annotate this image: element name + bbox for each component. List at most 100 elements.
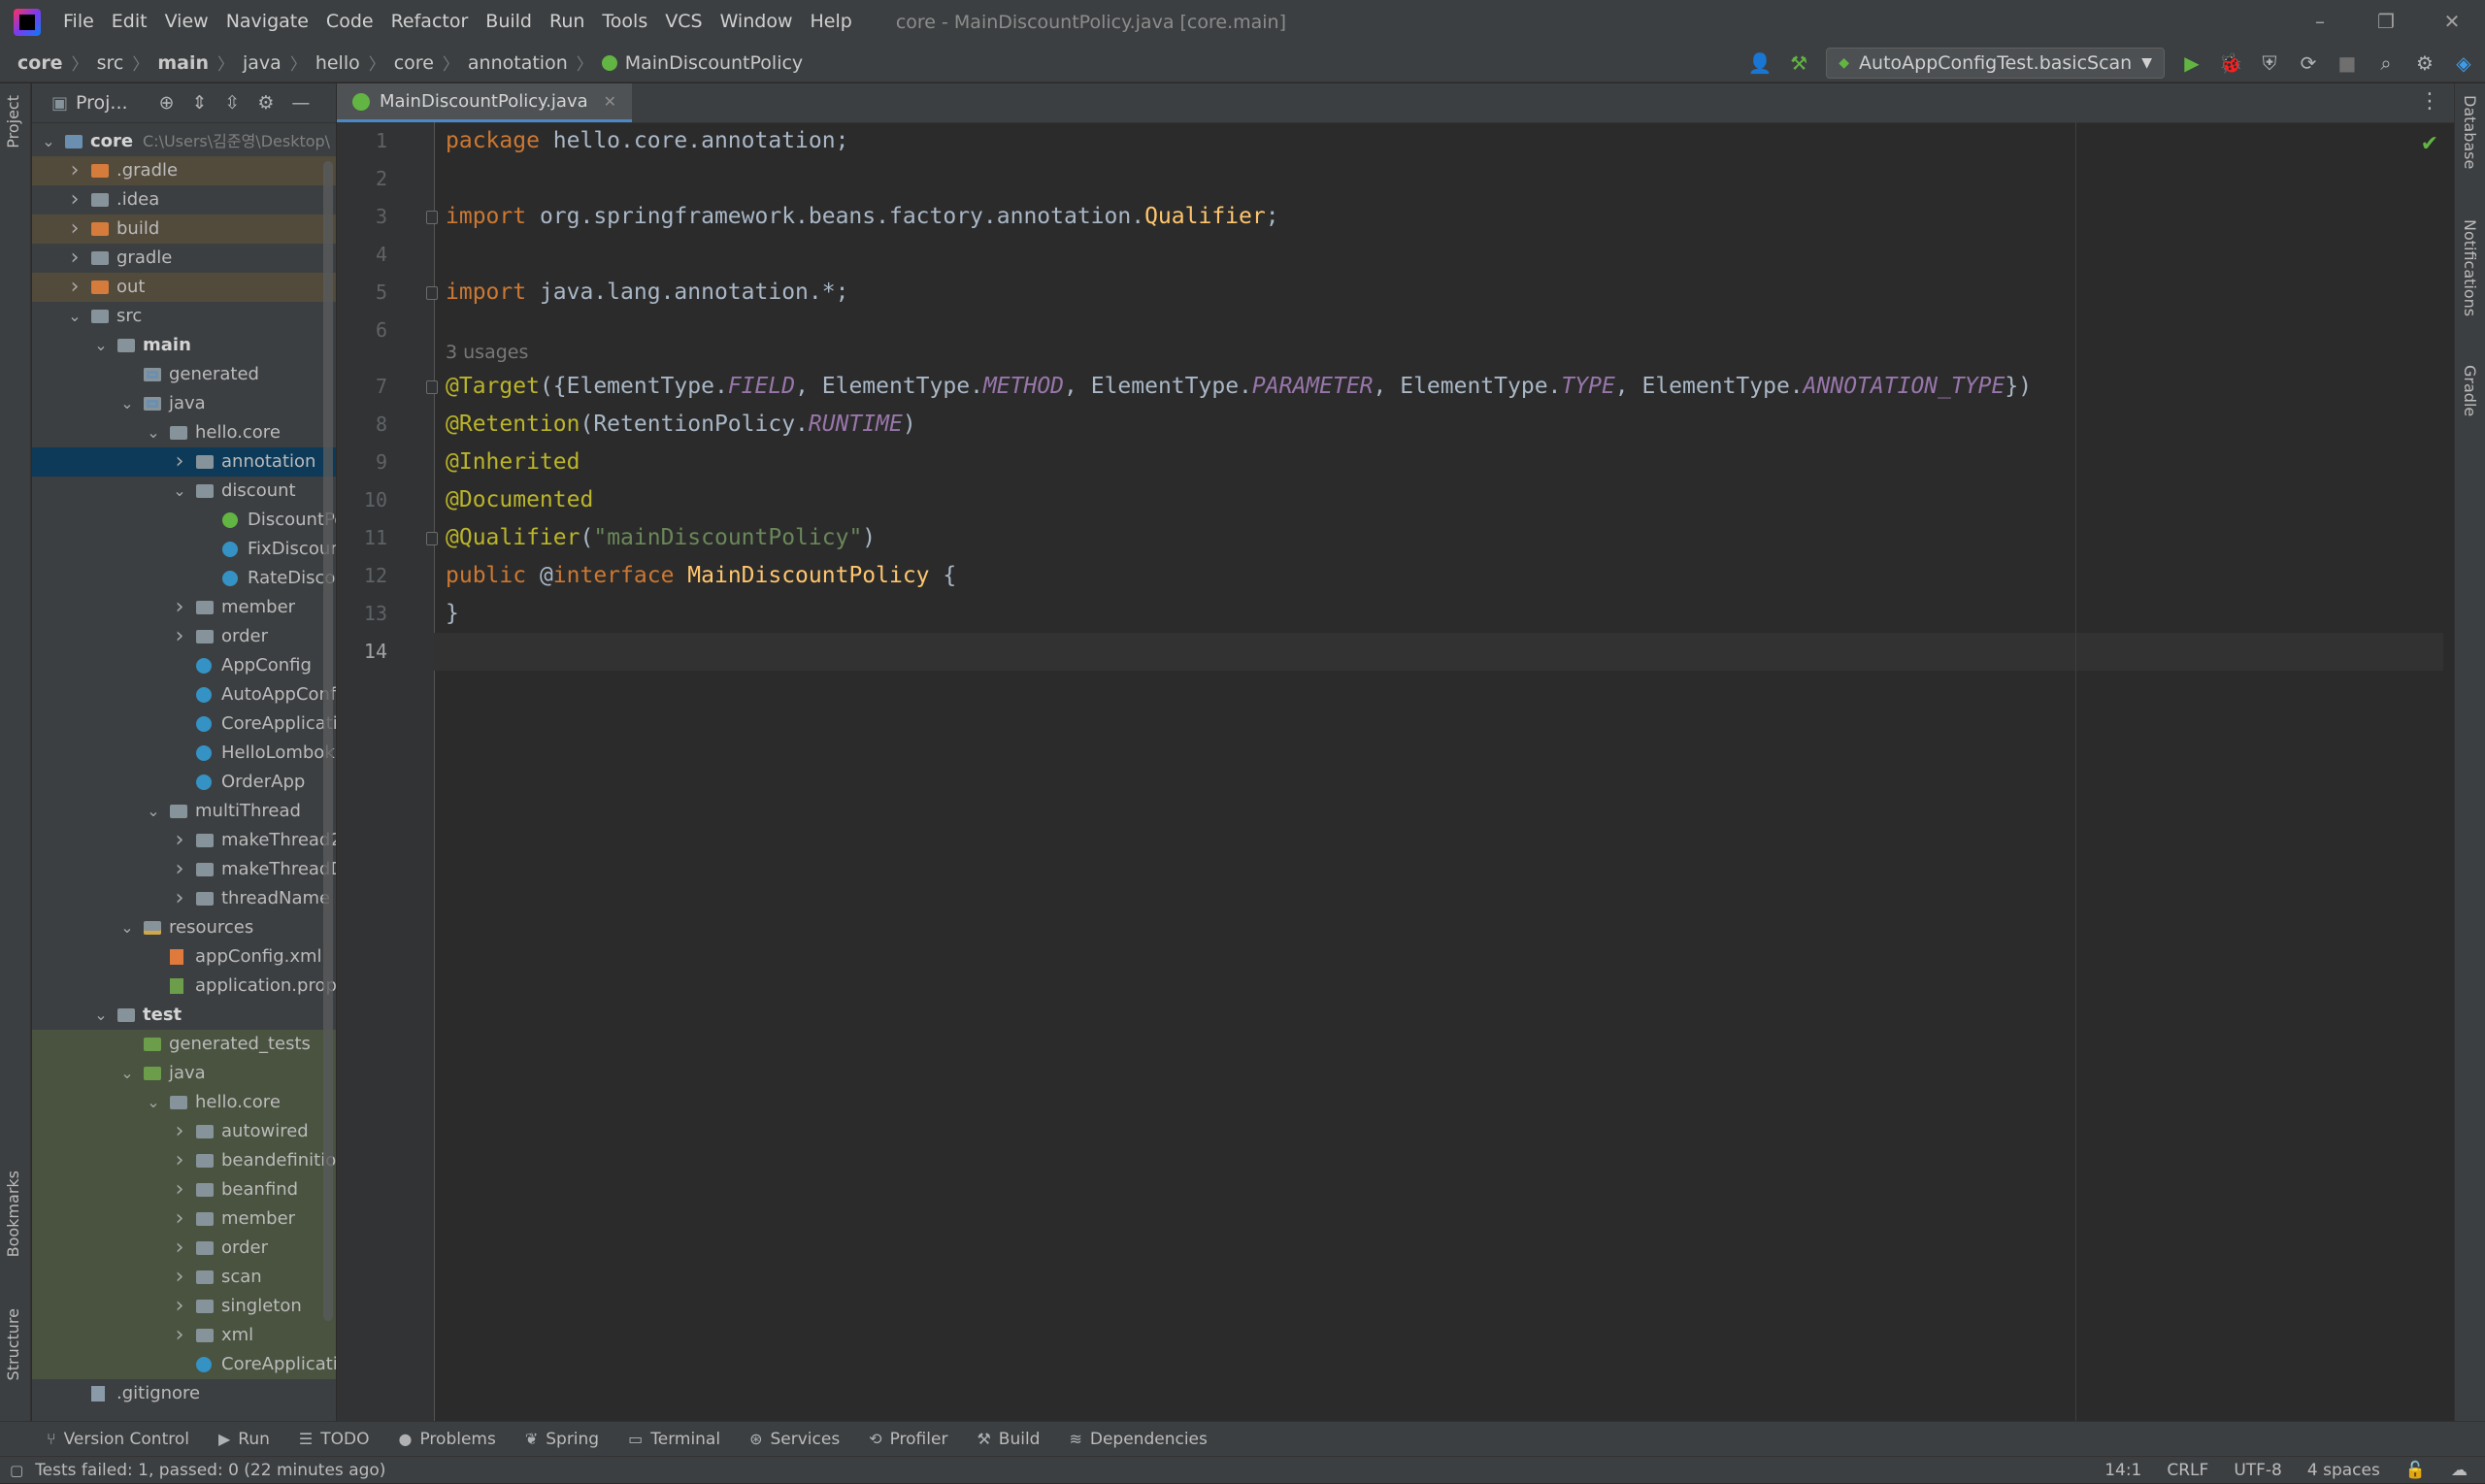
tree-item[interactable]: generated xyxy=(32,360,336,389)
tree-item[interactable]: FixDiscountPolicy xyxy=(32,535,336,564)
chevron-down-icon[interactable]: ⌄ xyxy=(120,389,134,418)
menu-run[interactable]: Run xyxy=(541,0,593,44)
tree-item[interactable]: › autowired xyxy=(32,1117,336,1146)
line-separator[interactable]: CRLF xyxy=(2167,1461,2208,1480)
chevron-right-icon[interactable]: › xyxy=(173,1292,186,1321)
tree-item[interactable]: › beandefinition xyxy=(32,1146,336,1175)
chevron-down-icon[interactable]: ⌄ xyxy=(147,797,160,826)
hide-panel-icon[interactable]: — xyxy=(291,92,310,114)
more-options-icon[interactable]: ⋮ xyxy=(2419,89,2440,114)
menu-view[interactable]: View xyxy=(156,0,217,44)
tree-item[interactable]: ⌄ hello.core xyxy=(32,1088,336,1117)
dependencies-tool-button[interactable]: ≋ Dependencies xyxy=(1069,1430,1207,1449)
tree-item[interactable]: › annotation xyxy=(32,447,336,477)
gradle-tool-button[interactable]: Gradle xyxy=(2461,365,2479,416)
line-number[interactable]: 5 xyxy=(337,280,387,304)
line-number[interactable]: 4 xyxy=(337,243,387,266)
line-number[interactable]: 14 xyxy=(337,640,387,663)
tree-item[interactable]: OrderApp xyxy=(32,768,336,797)
tree-item[interactable]: HelloLombok xyxy=(32,739,336,768)
line-number[interactable]: 9 xyxy=(337,450,387,474)
line-number[interactable]: 1 xyxy=(337,129,387,152)
chevron-right-icon[interactable]: › xyxy=(68,156,82,185)
tree-item[interactable]: › .gradle xyxy=(32,156,336,185)
run-configuration-selector[interactable]: ◆ AutoAppConfigTest.basicScan ▼ xyxy=(1826,48,2165,79)
version-control-tool-button[interactable]: ⑂ Version Control xyxy=(47,1430,189,1449)
chevron-right-icon[interactable]: › xyxy=(173,1263,186,1292)
tree-item[interactable]: › singleton xyxy=(32,1292,336,1321)
breadcrumb-main-discount-policy[interactable]: MainDiscountPolicy xyxy=(601,52,803,74)
tree-item[interactable]: ⌄ multiThread xyxy=(32,797,336,826)
tree-item[interactable]: ⌄ main xyxy=(32,331,336,360)
gear-icon[interactable]: ⚙ xyxy=(2413,51,2436,75)
tree-item[interactable]: ⌄ resources xyxy=(32,913,336,942)
line-number[interactable]: 12 xyxy=(337,564,387,587)
tree-item[interactable]: › build xyxy=(32,214,336,244)
tree-item[interactable]: .gitignore xyxy=(32,1379,336,1408)
breadcrumb-core-pkg[interactable]: core xyxy=(394,52,434,74)
locate-file-icon[interactable]: ⊕ xyxy=(159,92,175,114)
user-icon[interactable]: 👤 xyxy=(1748,51,1773,75)
menu-tools[interactable]: Tools xyxy=(593,0,656,44)
menu-build[interactable]: Build xyxy=(477,0,541,44)
lock-icon[interactable]: 🔓 xyxy=(2405,1461,2426,1480)
collapse-all-icon[interactable]: ⇳ xyxy=(224,92,240,114)
tree-item[interactable]: generated_tests xyxy=(32,1030,336,1059)
minimize-icon[interactable]: – xyxy=(2287,0,2353,44)
tree-item[interactable]: › threadName xyxy=(32,884,336,913)
chevron-down-icon[interactable]: ⌄ xyxy=(94,331,108,360)
usages-inlay-hint[interactable]: 3 usages xyxy=(446,342,528,363)
build-hammer-icon[interactable]: ⚒ xyxy=(1787,51,1810,75)
tree-item[interactable]: appConfig.xml xyxy=(32,942,336,972)
chevron-down-icon[interactable]: ⌄ xyxy=(94,1001,108,1030)
breadcrumb-main[interactable]: main xyxy=(157,52,209,74)
project-tool-button[interactable]: Project xyxy=(4,95,22,148)
chevron-down-icon[interactable]: ⌄ xyxy=(120,1059,134,1088)
coverage-icon[interactable]: ⛨ xyxy=(2258,51,2281,75)
notifications-icon[interactable]: ☁ xyxy=(2451,1461,2468,1480)
fold-marker-icon[interactable] xyxy=(426,286,438,300)
chevron-down-icon[interactable]: ⌄ xyxy=(173,477,186,506)
profiler-tool-button[interactable]: ⟲ Profiler xyxy=(869,1430,947,1449)
tree-item[interactable]: ⌄ core C:\Users\김준영\Desktop\ xyxy=(32,127,336,156)
bookmarks-tool-button[interactable]: Bookmarks xyxy=(4,1171,22,1257)
tree-item[interactable]: › member xyxy=(32,1204,336,1234)
editor-tab-main-discount-policy[interactable]: MainDiscountPolicy.java ✕ xyxy=(337,83,633,122)
tree-item[interactable]: › gradle xyxy=(32,244,336,273)
status-message[interactable]: ▢ Tests failed: 1, passed: 0 (22 minutes… xyxy=(10,1461,385,1480)
line-number[interactable]: 8 xyxy=(337,412,387,436)
tree-item[interactable]: CoreApplicationTests xyxy=(32,1350,336,1379)
tree-item[interactable]: ⌄ java xyxy=(32,389,336,418)
tree-item[interactable]: › order xyxy=(32,1234,336,1263)
chevron-right-icon[interactable]: › xyxy=(173,1146,186,1175)
chevron-down-icon[interactable]: ⌄ xyxy=(120,913,134,942)
intellij-logo-icon[interactable] xyxy=(14,8,41,36)
toggle-tool-windows-icon[interactable]: ▢ xyxy=(10,1462,23,1479)
stop-icon[interactable]: ■ xyxy=(2336,51,2359,75)
tree-item[interactable]: ⌄ hello.core xyxy=(32,418,336,447)
indent-setting[interactable]: 4 spaces xyxy=(2307,1461,2380,1480)
menu-refactor[interactable]: Refactor xyxy=(382,0,478,44)
restore-icon[interactable]: ❐ xyxy=(2353,0,2419,44)
chevron-right-icon[interactable]: › xyxy=(173,447,186,477)
line-number[interactable]: 11 xyxy=(337,526,387,549)
tree-item[interactable]: ⌄ src xyxy=(32,302,336,331)
chevron-right-icon[interactable]: › xyxy=(68,214,82,244)
plugin-update-icon[interactable]: ◈ xyxy=(2452,51,2475,75)
terminal-tool-button[interactable]: ▭ Terminal xyxy=(628,1430,720,1449)
project-tree-scrollbar[interactable] xyxy=(323,161,333,1321)
menu-edit[interactable]: Edit xyxy=(103,0,156,44)
breadcrumb-hello[interactable]: hello xyxy=(315,52,360,74)
tree-item[interactable]: › beanfind xyxy=(32,1175,336,1204)
services-tool-button[interactable]: ⊛ Services xyxy=(749,1430,840,1449)
spring-tool-button[interactable]: ❦ Spring xyxy=(525,1430,599,1449)
tree-item[interactable]: AutoAppConfig xyxy=(32,680,336,709)
project-panel-title[interactable]: Proj... xyxy=(76,92,128,114)
todo-tool-button[interactable]: ☰ TODO xyxy=(299,1430,370,1449)
tree-item[interactable]: › out xyxy=(32,273,336,302)
line-number[interactable]: 2 xyxy=(337,167,387,190)
structure-tool-button[interactable]: Structure xyxy=(4,1308,22,1380)
chevron-down-icon[interactable]: ⌄ xyxy=(147,1088,160,1117)
chevron-right-icon[interactable]: › xyxy=(173,1204,186,1234)
chevron-right-icon[interactable]: › xyxy=(173,593,186,622)
